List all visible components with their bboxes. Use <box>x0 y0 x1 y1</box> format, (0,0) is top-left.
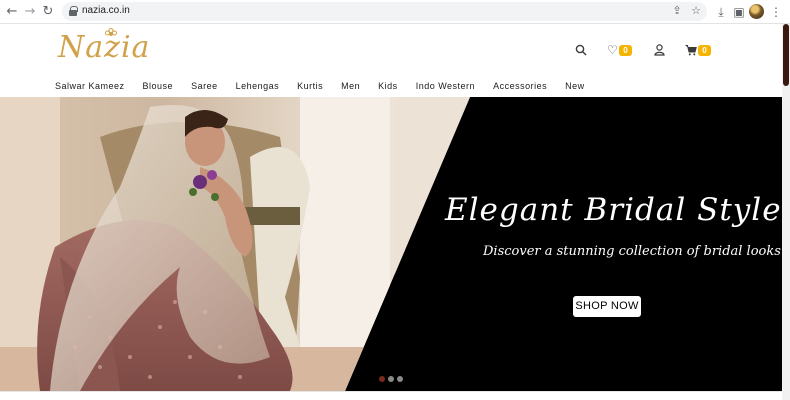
menu-item-new[interactable]: New <box>565 81 585 95</box>
page-below-fold <box>0 391 782 400</box>
scrollbar-thumb[interactable] <box>783 24 789 86</box>
site-header: Nazia ♡ 0 0 Salwar Kameez Blouse Saree L… <box>0 24 782 97</box>
shop-now-button[interactable]: SHOP NOW <box>573 296 641 317</box>
menu-item-blouse[interactable]: Blouse <box>143 81 174 95</box>
user-account-icon[interactable] <box>654 43 665 57</box>
browser-toolbar: ← → ↻ nazia.co.in ⇪ ☆ ⤓ ▣ ⋮ <box>0 0 790 24</box>
url-text[interactable]: nazia.co.in <box>82 5 130 16</box>
menu-item-indo-western[interactable]: Indo Western <box>416 81 475 95</box>
carousel-dots <box>379 376 403 382</box>
back-arrow-icon[interactable]: ← <box>4 4 20 20</box>
cart-icon[interactable] <box>685 43 697 57</box>
profile-avatar[interactable] <box>749 4 764 19</box>
cart-count-badge: 0 <box>698 45 711 56</box>
hero-title: Elegant Bridal Styles <box>445 192 782 228</box>
hero-subtitle: Discover a stunning collection of bridal… <box>483 244 781 259</box>
star-icon[interactable]: ☆ <box>689 4 703 18</box>
lock-icon[interactable] <box>69 6 78 16</box>
menu-item-kids[interactable]: Kids <box>378 81 398 95</box>
menu-item-accessories[interactable]: Accessories <box>493 81 547 95</box>
site-logo[interactable]: Nazia <box>52 24 152 74</box>
page-scrollbar[interactable] <box>782 24 790 400</box>
reload-icon[interactable]: ↻ <box>40 4 56 20</box>
hero-banner[interactable]: Elegant Bridal Styles Discover a stunnin… <box>0 97 782 391</box>
carousel-dot-1[interactable] <box>379 376 385 382</box>
main-menu: Salwar Kameez Blouse Saree Lehengas Kurt… <box>55 81 603 95</box>
menu-item-salwar-kameez[interactable]: Salwar Kameez <box>55 81 125 95</box>
share-icon[interactable]: ⇪ <box>670 4 684 18</box>
sidepanel-icon[interactable]: ▣ <box>731 4 747 20</box>
search-icon[interactable] <box>575 43 587 57</box>
menu-item-lehengas[interactable]: Lehengas <box>236 81 280 95</box>
logo-flower-icon <box>105 28 117 36</box>
menu-item-saree[interactable]: Saree <box>191 81 218 95</box>
carousel-dot-2[interactable] <box>388 376 394 382</box>
wishlist-heart-icon[interactable]: ♡ <box>607 43 618 57</box>
address-bar[interactable]: nazia.co.in ⇪ ☆ <box>62 2 707 21</box>
menu-item-men[interactable]: Men <box>341 81 360 95</box>
carousel-dot-3[interactable] <box>397 376 403 382</box>
menu-item-kurtis[interactable]: Kurtis <box>297 81 323 95</box>
more-vert-icon[interactable]: ⋮ <box>768 4 784 20</box>
download-icon[interactable]: ⤓ <box>713 4 729 20</box>
wishlist-count-badge: 0 <box>619 45 632 56</box>
forward-arrow-icon[interactable]: → <box>22 4 38 20</box>
